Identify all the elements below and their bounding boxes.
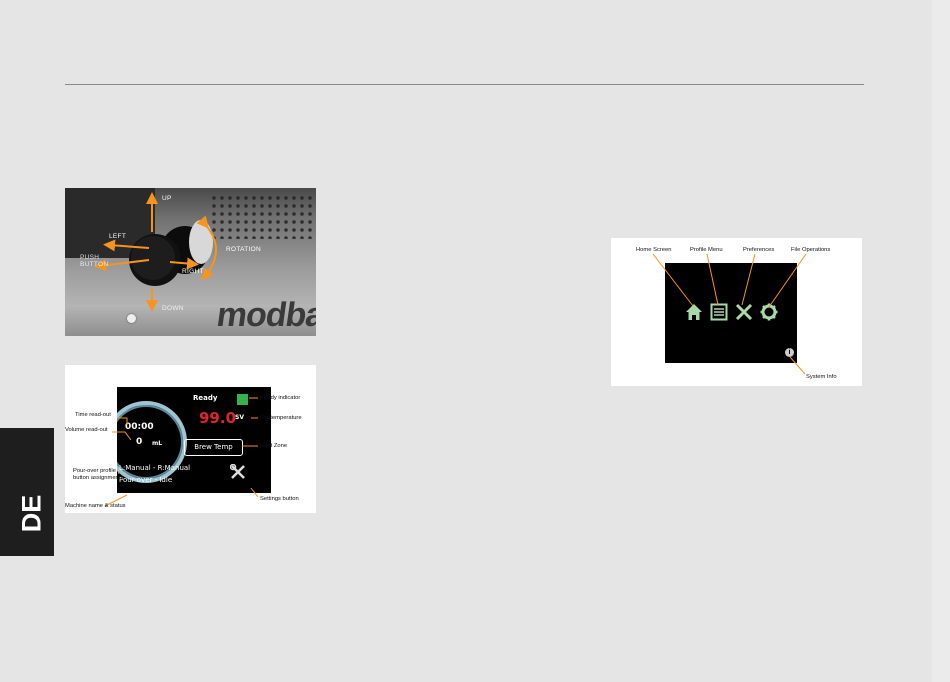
label-down: DOWN (162, 305, 184, 312)
page-edge (932, 0, 950, 682)
label-push-button: PUSH BUTTON (80, 254, 109, 268)
annotation-system-info: System Info (806, 374, 837, 380)
home-callout-lines (104, 397, 259, 507)
annotation-set-temperature: Set temperature (260, 415, 302, 421)
annotation-time-readout: Time read-out (75, 412, 111, 418)
label-right: RIGHT (182, 268, 204, 275)
menu-callout-lines (652, 253, 807, 375)
label-rotation: ROTATION (226, 246, 262, 253)
header-rule (65, 84, 864, 85)
knob-collar (189, 220, 213, 264)
annotation-machine-name-status: Machine name & status (65, 503, 126, 509)
annotation-pour-over-profile: Pour-over profile button assignments (73, 468, 124, 481)
knob-photo: modba UP LEFT PUSH BUTTON RIGHT ROTATION… (65, 188, 316, 336)
annotation-preferences: Preferences (743, 247, 775, 253)
annotation-file-operations: File Operations (791, 247, 831, 253)
annotation-heat-zone: Heat Zone (260, 443, 288, 449)
annotation-home-screen: Home Screen (636, 247, 672, 253)
annotation-profile-menu: Profile Menu (690, 247, 723, 253)
language-tab: DE (0, 428, 54, 556)
language-tab-label: DE (16, 494, 47, 533)
annotation-volume-readout: Volume read-out (65, 427, 108, 433)
annotation-settings-button: Settings button (260, 496, 299, 502)
menu-display-figure: i Home Screen Profile Menu Preferences F… (611, 238, 862, 386)
label-left: LEFT (109, 233, 127, 240)
label-up: UP (162, 195, 172, 202)
annotation-ready-indicator: Ready indicator (260, 395, 301, 401)
home-display-figure: 00:00 0 mL Ready 99.0 SV Brew Temp L:Man… (65, 365, 316, 513)
